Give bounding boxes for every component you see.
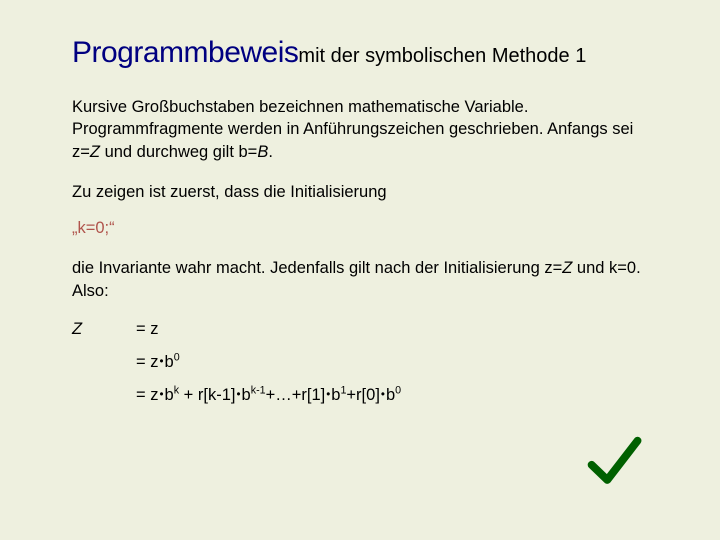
- text: = z: [136, 386, 158, 404]
- title-main: Programmbeweis: [72, 36, 298, 69]
- equation-rhs: = z•bk + r[k-1]•bk-1+…+r[1]•b1+r[0]•b0: [136, 386, 648, 405]
- paragraph-intro: Kursive Großbuchstaben bezeichnen mathem…: [72, 96, 648, 163]
- text: + r[k-1]: [179, 386, 235, 404]
- dot-icon: •: [235, 389, 241, 401]
- text: b: [386, 386, 395, 404]
- checkmark-icon: [586, 434, 642, 490]
- var-z: Z: [72, 320, 82, 338]
- title-rest: mit der symbolischen Methode 1: [298, 45, 586, 67]
- text: = z: [136, 353, 158, 371]
- text: b: [242, 386, 251, 404]
- dot-icon: •: [158, 356, 164, 368]
- equation-row: = z•b0: [72, 353, 648, 372]
- var-b: B: [257, 143, 268, 161]
- code-fragment: „k=0;“: [72, 217, 648, 239]
- text: = z: [136, 320, 158, 338]
- text: +r[0]: [346, 386, 379, 404]
- code-text: „k=0;“: [72, 219, 115, 237]
- var-z: Z: [90, 143, 100, 161]
- var-z: Z: [562, 259, 572, 277]
- equation-row: = z•bk + r[k-1]•bk-1+…+r[1]•b1+r[0]•b0: [72, 386, 648, 405]
- text: und durchweg gilt b=: [100, 143, 257, 161]
- text: .: [268, 143, 273, 161]
- text: +…+r[1]: [266, 386, 326, 404]
- dot-icon: •: [325, 389, 331, 401]
- dot-icon: •: [158, 389, 164, 401]
- text: Zu zeigen ist zuerst, dass die Initialis…: [72, 183, 387, 201]
- superscript: 0: [395, 384, 401, 396]
- superscript: 0: [174, 351, 180, 363]
- dot-icon: •: [380, 389, 386, 401]
- text: die Invariante wahr macht. Jedenfalls gi…: [72, 259, 562, 277]
- equation-row: Z = z: [72, 320, 648, 339]
- superscript: k-1: [251, 384, 266, 396]
- equation-lhs: Z: [72, 320, 136, 339]
- equation-block: Z = z = z•b0 = z•bk + r[k-1]•bk-1+…+r[1]…: [72, 320, 648, 405]
- text: b: [165, 353, 174, 371]
- text: b: [165, 386, 174, 404]
- paragraph-result: die Invariante wahr macht. Jedenfalls gi…: [72, 257, 648, 302]
- equation-rhs: = z: [136, 320, 648, 339]
- slide-body: Kursive Großbuchstaben bezeichnen mathem…: [72, 96, 648, 405]
- equation-rhs: = z•b0: [136, 353, 648, 372]
- slide: Programmbeweis mit der symbolischen Meth…: [0, 0, 720, 540]
- paragraph-show: Zu zeigen ist zuerst, dass die Initialis…: [72, 181, 648, 203]
- slide-title: Programmbeweis mit der symbolischen Meth…: [72, 36, 648, 70]
